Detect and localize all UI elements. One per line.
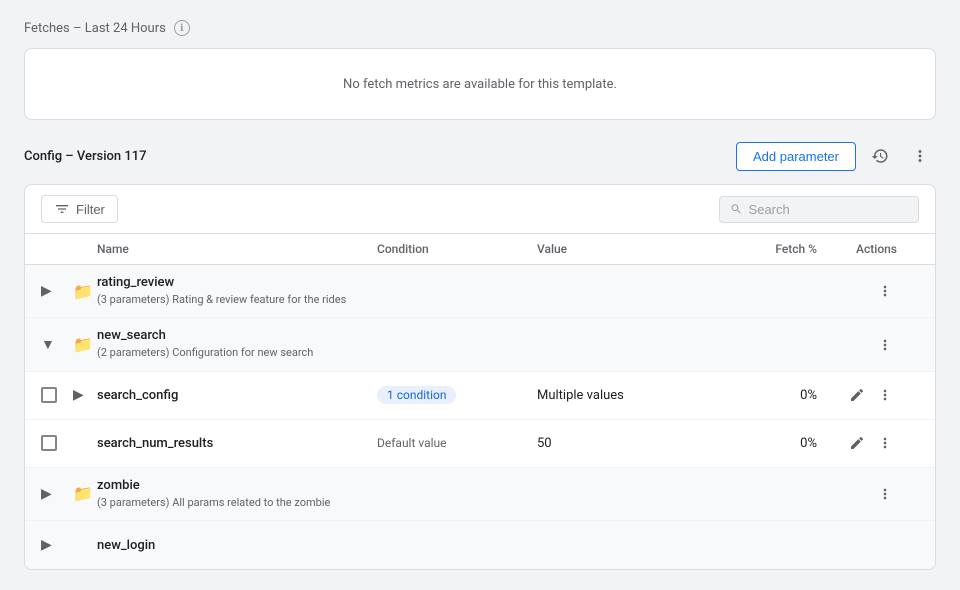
actions-cell (817, 333, 897, 357)
folder-icon: 📁 (73, 484, 97, 503)
row-desc: (3 parameters) Rating & review feature f… (97, 292, 377, 307)
checkbox-cell (41, 435, 73, 451)
value-cell: 50 (537, 436, 737, 451)
actions-cell (817, 482, 897, 506)
name-cell: search_num_results (97, 436, 377, 451)
search-input[interactable] (749, 202, 908, 217)
row-checkbox[interactable] (41, 435, 57, 451)
row-more-button[interactable] (873, 383, 897, 407)
header-value: Value (537, 242, 737, 256)
row-name: search_config (97, 388, 377, 403)
row-name: zombie (97, 478, 377, 493)
table-row: ▶ 📁 zombie (3 parameters) All params rel… (25, 468, 935, 521)
condition-cell: Default value (377, 436, 537, 451)
more-vert-icon (877, 337, 893, 353)
parameters-table: Filter Name Condition Value Fetch % Acti… (24, 184, 936, 570)
fetch-pct-cell: 0% (737, 436, 817, 451)
header-fetch-pct: Fetch % (737, 242, 817, 256)
expand-cell[interactable]: ▶ (73, 387, 97, 403)
default-value-label: Default value (377, 436, 447, 450)
expand-cell[interactable]: ▼ (41, 336, 73, 353)
fetch-empty-message: No fetch metrics are available for this … (343, 77, 617, 92)
name-cell: rating_review (3 parameters) Rating & re… (97, 275, 377, 307)
value-cell: Multiple values (537, 388, 737, 403)
row-more-button[interactable] (873, 431, 897, 455)
actions-cell (817, 383, 897, 407)
more-options-button[interactable] (904, 140, 936, 172)
expand-cell[interactable]: ▶ (41, 283, 73, 299)
search-box (719, 196, 919, 223)
fetches-title-text: Fetches – Last 24 Hours (24, 21, 166, 36)
row-name: search_num_results (97, 436, 377, 451)
chevron-right-icon[interactable]: ▶ (41, 486, 52, 502)
name-cell: zombie (3 parameters) All params related… (97, 478, 377, 510)
chevron-down-icon[interactable]: ▼ (41, 336, 55, 353)
row-name: rating_review (97, 275, 377, 290)
fetch-metrics-empty: No fetch metrics are available for this … (24, 48, 936, 120)
actions-cell (817, 279, 897, 303)
condition-badge: 1 condition (377, 386, 456, 404)
search-icon (730, 202, 743, 216)
row-more-button[interactable] (873, 333, 897, 357)
folder-icon: 📁 (73, 282, 97, 301)
name-cell: search_config (97, 388, 377, 403)
edit-icon (849, 387, 865, 403)
folder-icon: 📁 (73, 335, 97, 354)
row-more-button[interactable] (873, 279, 897, 303)
chevron-right-icon[interactable]: ▶ (41, 283, 52, 299)
row-desc: (3 parameters) All params related to the… (97, 495, 377, 510)
edit-button[interactable] (845, 431, 869, 455)
filter-label: Filter (76, 202, 105, 217)
fetches-info-icon[interactable]: ℹ (174, 20, 190, 36)
filter-icon (54, 201, 70, 217)
add-parameter-button[interactable]: Add parameter (736, 142, 856, 171)
condition-cell: 1 condition (377, 386, 537, 404)
more-vert-icon (911, 147, 929, 165)
actions-cell (817, 431, 897, 455)
more-vert-icon (877, 387, 893, 403)
fetch-pct-cell: 0% (737, 388, 817, 403)
history-icon-button[interactable] (864, 140, 896, 172)
more-vert-icon (877, 283, 893, 299)
config-actions: Add parameter (736, 140, 936, 172)
name-cell: new_search (2 parameters) Configuration … (97, 328, 377, 360)
history-icon (871, 147, 889, 165)
filter-button[interactable]: Filter (41, 195, 118, 223)
fetches-section-title: Fetches – Last 24 Hours ℹ (24, 20, 936, 36)
more-vert-icon (877, 486, 893, 502)
table-toolbar: Filter (25, 185, 935, 234)
header-name: Name (97, 242, 377, 256)
checkbox-cell (41, 387, 73, 403)
chevron-right-icon[interactable]: ▶ (73, 387, 84, 403)
table-header-row: Name Condition Value Fetch % Actions (25, 234, 935, 265)
table-row: ▶ search_config 1 condition Multiple val… (25, 372, 935, 420)
row-more-button[interactable] (873, 482, 897, 506)
config-title: Config – Version 117 (24, 149, 147, 164)
table-row: ▶ 📁 rating_review (3 parameters) Rating … (25, 265, 935, 318)
edit-icon (849, 435, 865, 451)
table-row: ▼ 📁 new_search (2 parameters) Configurat… (25, 318, 935, 371)
edit-button[interactable] (845, 383, 869, 407)
row-name: new_search (97, 328, 377, 343)
config-header: Config – Version 117 Add parameter (24, 140, 936, 172)
more-vert-icon (877, 435, 893, 451)
header-condition: Condition (377, 242, 537, 256)
row-checkbox[interactable] (41, 387, 57, 403)
table-row: ▶ new_login (25, 521, 935, 569)
row-desc: (2 parameters) Configuration for new sea… (97, 345, 377, 360)
table-row: search_num_results Default value 50 0% (25, 420, 935, 468)
expand-cell[interactable]: ▶ (41, 486, 73, 502)
header-actions: Actions (817, 242, 897, 256)
